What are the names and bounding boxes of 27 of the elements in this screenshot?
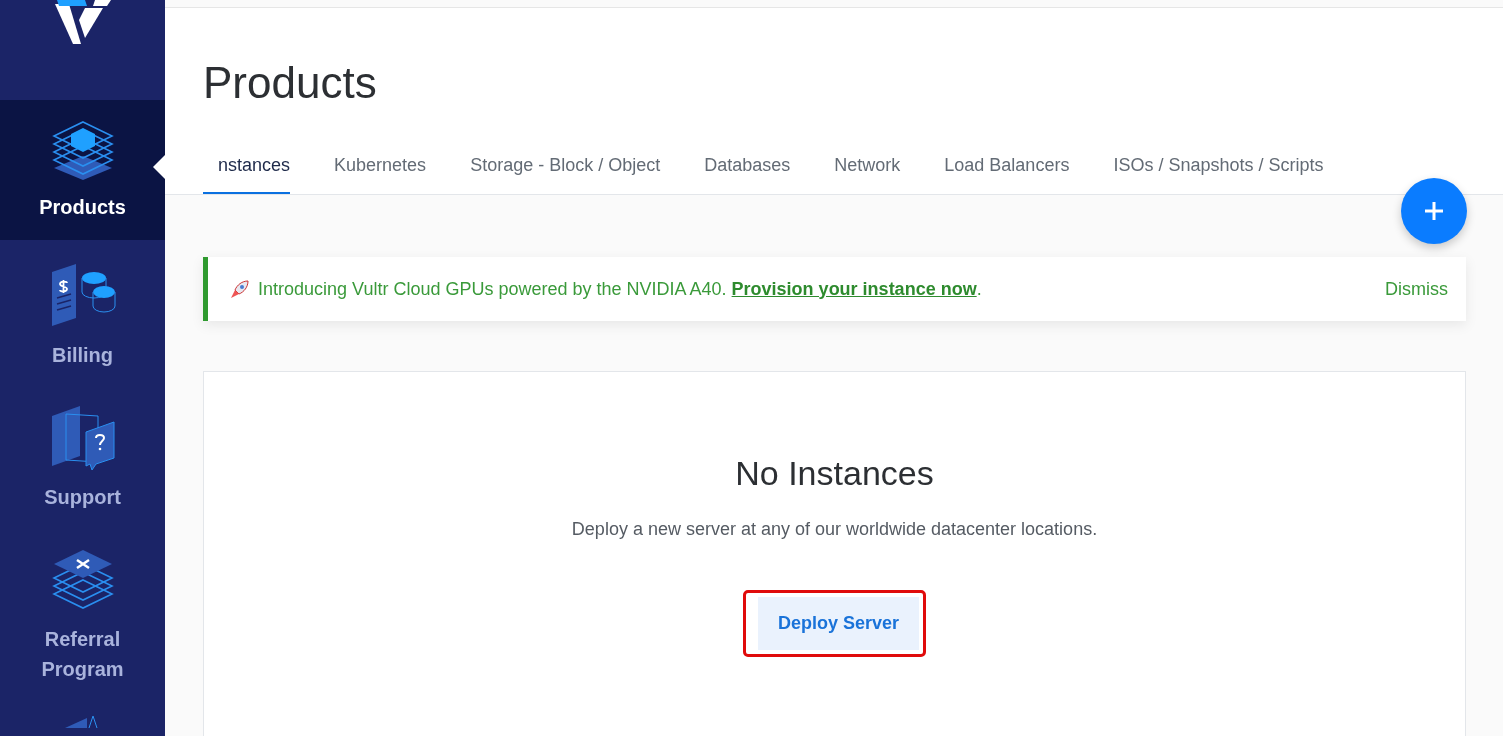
sidebar-label: Referral Program — [40, 627, 125, 682]
question-card-icon — [49, 406, 116, 472]
tab[interactable]: ISOs / Snapshots / Scripts — [1091, 143, 1346, 194]
page-title: Products — [203, 57, 378, 109]
sidebar-label: Support — [44, 485, 121, 510]
logo-icon[interactable] — [54, 0, 111, 44]
plus-icon — [1423, 200, 1445, 222]
sidebar-item[interactable]: Referral Program — [0, 524, 165, 696]
sidebar-label: Products — [39, 195, 126, 220]
tab[interactable]: nstances — [203, 143, 291, 194]
empty-description: Deploy a new server at any of our worldwide datacenter locations. — [571, 519, 1098, 540]
sidebar-item[interactable]: Support — [0, 382, 165, 524]
add-button[interactable] — [1401, 178, 1467, 244]
empty-title: No Instances — [735, 454, 934, 493]
provision-link[interactable]: Provision your instance now — [731, 278, 977, 299]
deploy-server-button[interactable]: Deploy Server — [757, 597, 920, 650]
tab[interactable]: Storage - Block / Object — [448, 143, 683, 194]
tab[interactable]: Network — [812, 143, 923, 194]
tab[interactable]: Load Balancers — [922, 143, 1092, 194]
sidebar-item[interactable]: Billing — [0, 240, 165, 382]
dismiss-link[interactable]: Dismiss — [1385, 278, 1448, 300]
sidebar-label: Billing — [51, 343, 114, 368]
tab[interactable]: Kubernetes — [312, 143, 449, 194]
announcement-text: Introducing Vultr Cloud GPUs powered by the NVIDIA A40. Provision your instance now. — [258, 278, 982, 300]
sidebar-item[interactable]: Products — [0, 100, 165, 240]
rocket-icon — [230, 279, 250, 299]
tab[interactable]: Databases — [682, 143, 813, 194]
